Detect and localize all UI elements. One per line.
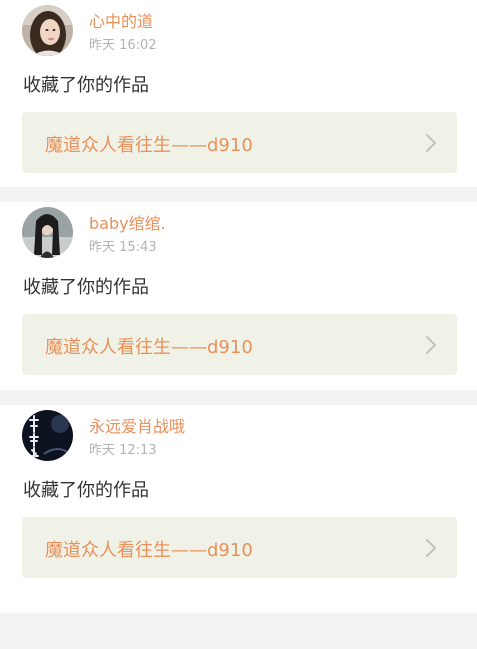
- timestamp: 昨天 12:13: [89, 443, 157, 458]
- notification-feed: 心中的道 昨天 16:02 收藏了你的作品 魔道众人看往生——d910 baby…: [0, 0, 477, 613]
- avatar-calligraphy-icon: [22, 410, 73, 461]
- notification-card: 心中的道 昨天 16:02 收藏了你的作品 魔道众人看往生——d910: [0, 0, 477, 187]
- username[interactable]: 永远爱肖战哦: [89, 413, 185, 437]
- work-title: 魔道众人看往生——d910: [45, 135, 253, 156]
- action-text: 收藏了你的作品: [23, 480, 149, 501]
- notification-card: baby绾绾. 昨天 15:43 收藏了你的作品 魔道众人看往生——d910: [0, 202, 477, 390]
- divider: [0, 187, 477, 202]
- avatar-girl-photo-icon: [22, 5, 73, 56]
- user-avatar[interactable]: [22, 410, 73, 461]
- user-avatar[interactable]: [22, 5, 73, 56]
- action-text: 收藏了你的作品: [23, 277, 149, 298]
- username[interactable]: 心中的道: [89, 8, 153, 32]
- action-text: 收藏了你的作品: [23, 75, 149, 96]
- work-title: 魔道众人看往生——d910: [45, 337, 253, 358]
- chevron-right-icon: [425, 335, 437, 355]
- work-link-card[interactable]: 魔道众人看往生——d910: [22, 517, 457, 578]
- notification-card: 永远爱肖战哦 昨天 12:13 收藏了你的作品 魔道众人看往生——d910: [0, 405, 477, 613]
- work-link-card[interactable]: 魔道众人看往生——d910: [22, 112, 457, 173]
- username[interactable]: baby绾绾.: [89, 210, 166, 234]
- divider: [0, 390, 477, 405]
- avatar-longhair-photo-icon: [22, 207, 73, 258]
- work-link-card[interactable]: 魔道众人看往生——d910: [22, 314, 457, 375]
- timestamp: 昨天 16:02: [89, 38, 157, 53]
- user-avatar[interactable]: [22, 207, 73, 258]
- chevron-right-icon: [425, 538, 437, 558]
- timestamp: 昨天 15:43: [89, 240, 157, 255]
- work-title: 魔道众人看往生——d910: [45, 540, 253, 561]
- chevron-right-icon: [425, 133, 437, 153]
